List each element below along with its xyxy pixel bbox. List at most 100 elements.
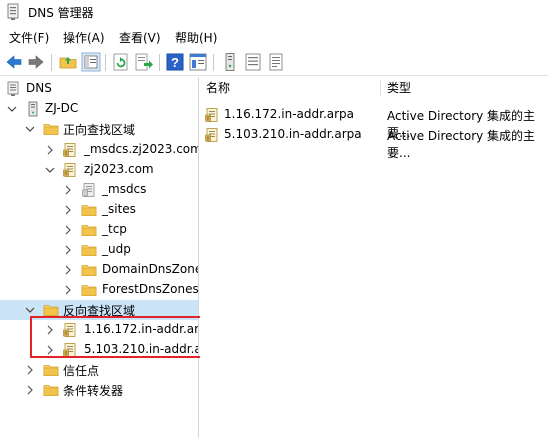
tree-label: _sites [102,202,136,216]
zone-file-icon[interactable] [266,52,286,72]
server-icon[interactable] [220,52,240,72]
tree-node-msdcs-delegation[interactable]: _msdcs [0,180,198,200]
tree-label: 1.16.172.in-addr.arpa [84,322,199,336]
forward-arrow-icon[interactable] [26,52,46,72]
title-bar: DNS 管理器 [0,0,548,26]
tree-node-forestdnszones[interactable]: ForestDnsZones [0,280,199,300]
tree-label: zj2023.com [84,162,154,176]
menu-action[interactable]: 操作(A) [63,29,105,46]
tree-node-udp[interactable]: _udp [0,240,198,260]
tree-label: 正向查找区域 [63,123,136,137]
properties-icon[interactable] [188,52,208,72]
toolbar-separator [159,54,160,71]
toolbar-separator [105,54,106,71]
tree-node-trust-points[interactable]: 信任点 [0,360,198,380]
column-header-name[interactable]: 名称 [206,79,230,96]
tree-label: DomainDnsZones [102,262,199,276]
chevron-right-icon[interactable] [44,143,56,157]
folder-icon [43,362,59,378]
chevron-right-icon[interactable] [24,363,36,377]
menu-file[interactable]: 文件(F) [9,29,49,46]
records-list-icon[interactable] [243,52,263,72]
show-tree-icon[interactable] [81,52,101,72]
tree-node-zj2023-zone[interactable]: zj2023.com [0,160,198,180]
help-icon[interactable]: ? [165,52,185,72]
chevron-right-icon[interactable] [44,343,56,357]
toolbar-separator [51,54,52,71]
list-item-type: Active Directory 集成的主要... [387,129,536,160]
zone-icon [204,127,220,143]
folder-icon [43,302,59,318]
folder-icon [43,121,59,137]
zone-icon [204,107,220,123]
tree-node-reverse-zones[interactable]: 反向查找区域 [0,300,198,320]
list-item[interactable]: 5.103.210.in-addr.arpa Active Directory … [200,125,548,160]
menu-help[interactable]: 帮助(H) [175,29,217,46]
folder-icon [43,382,59,398]
chevron-right-icon[interactable] [62,283,74,297]
chevron-right-icon[interactable] [24,383,36,397]
dns-root-icon [5,81,21,97]
tree-node-domaindnszones[interactable]: DomainDnsZones [0,260,199,280]
chevron-right-icon[interactable] [62,203,74,217]
export-icon[interactable] [134,52,154,72]
refresh-icon[interactable] [111,52,131,72]
tree-node-forward-zones[interactable]: 正向查找区域 [0,119,198,139]
folder-icon [81,242,97,258]
tree-label: _msdcs.zj2023.com [84,142,199,156]
zone-icon [62,322,78,338]
menu-bar: 文件(F) 操作(A) 查看(V) 帮助(H) [0,26,548,48]
results-pane[interactable]: 名称 类型 1.16.172.in-addr.arpa Active Direc… [200,77,548,438]
delegation-zone-icon [81,182,97,198]
zone-icon [62,162,78,178]
tree-label: DNS [26,81,52,95]
tree-node-tcp[interactable]: _tcp [0,220,198,240]
chevron-right-icon[interactable] [44,323,56,337]
tree-node-sites[interactable]: _sites [0,200,198,220]
tree-node-reverse-zone-2[interactable]: 5.103.210.in-addr.arpa [0,340,198,360]
column-divider[interactable] [380,80,381,96]
column-header-type[interactable]: 类型 [387,79,411,96]
folder-icon [81,202,97,218]
tree-node-reverse-zone-1[interactable]: 1.16.172.in-addr.arpa [0,320,199,340]
toolbar-separator [213,54,214,71]
tree-node-conditional-forwarders[interactable]: 条件转发器 [0,380,198,400]
toolbar: ? [0,48,548,76]
tree-label: 5.103.210.in-addr.arpa [84,342,198,356]
tree-label: _tcp [102,222,127,236]
chevron-right-icon[interactable] [62,183,74,197]
list-item-name: 1.16.172.in-addr.arpa [224,107,355,121]
zone-icon [62,142,78,158]
chevron-right-icon[interactable] [62,243,74,257]
chevron-down-icon[interactable] [6,102,18,116]
chevron-down-icon[interactable] [24,122,36,136]
chevron-right-icon[interactable] [62,263,74,277]
tree-node-dns-root[interactable]: DNS [0,79,198,99]
tree-label: 信任点 [63,364,100,378]
folder-icon [81,262,97,278]
svg-text:?: ? [171,55,179,70]
tree-node-server[interactable]: ZJ-DC [0,99,198,119]
list-item-name: 5.103.210.in-addr.arpa [224,127,362,141]
chevron-down-icon[interactable] [44,163,56,177]
folder-icon [81,222,97,238]
back-arrow-icon[interactable] [4,52,24,72]
up-folder-icon[interactable] [58,52,78,72]
console-tree[interactable]: DNS ZJ-DC 正向查找区域 _msdcs.zj2023.com zj202… [0,77,199,438]
tree-label: _msdcs [102,182,147,196]
chevron-down-icon[interactable] [24,303,36,317]
tree-label: ForestDnsZones [102,282,199,296]
zone-icon [62,342,78,358]
window-title: DNS 管理器 [28,6,94,20]
chevron-right-icon[interactable] [62,223,74,237]
menu-view[interactable]: 查看(V) [119,29,161,46]
tree-label: 条件转发器 [63,384,124,398]
tree-label: _udp [102,242,131,256]
tree-label: ZJ-DC [45,101,79,115]
tree-node-msdcs-zone[interactable]: _msdcs.zj2023.com [0,140,199,160]
list-item[interactable]: 1.16.172.in-addr.arpa Active Directory 集… [200,105,548,140]
tree-label: 反向查找区域 [63,304,136,318]
server-icon [25,101,41,117]
dns-app-icon [4,3,22,21]
folder-icon [81,282,97,298]
